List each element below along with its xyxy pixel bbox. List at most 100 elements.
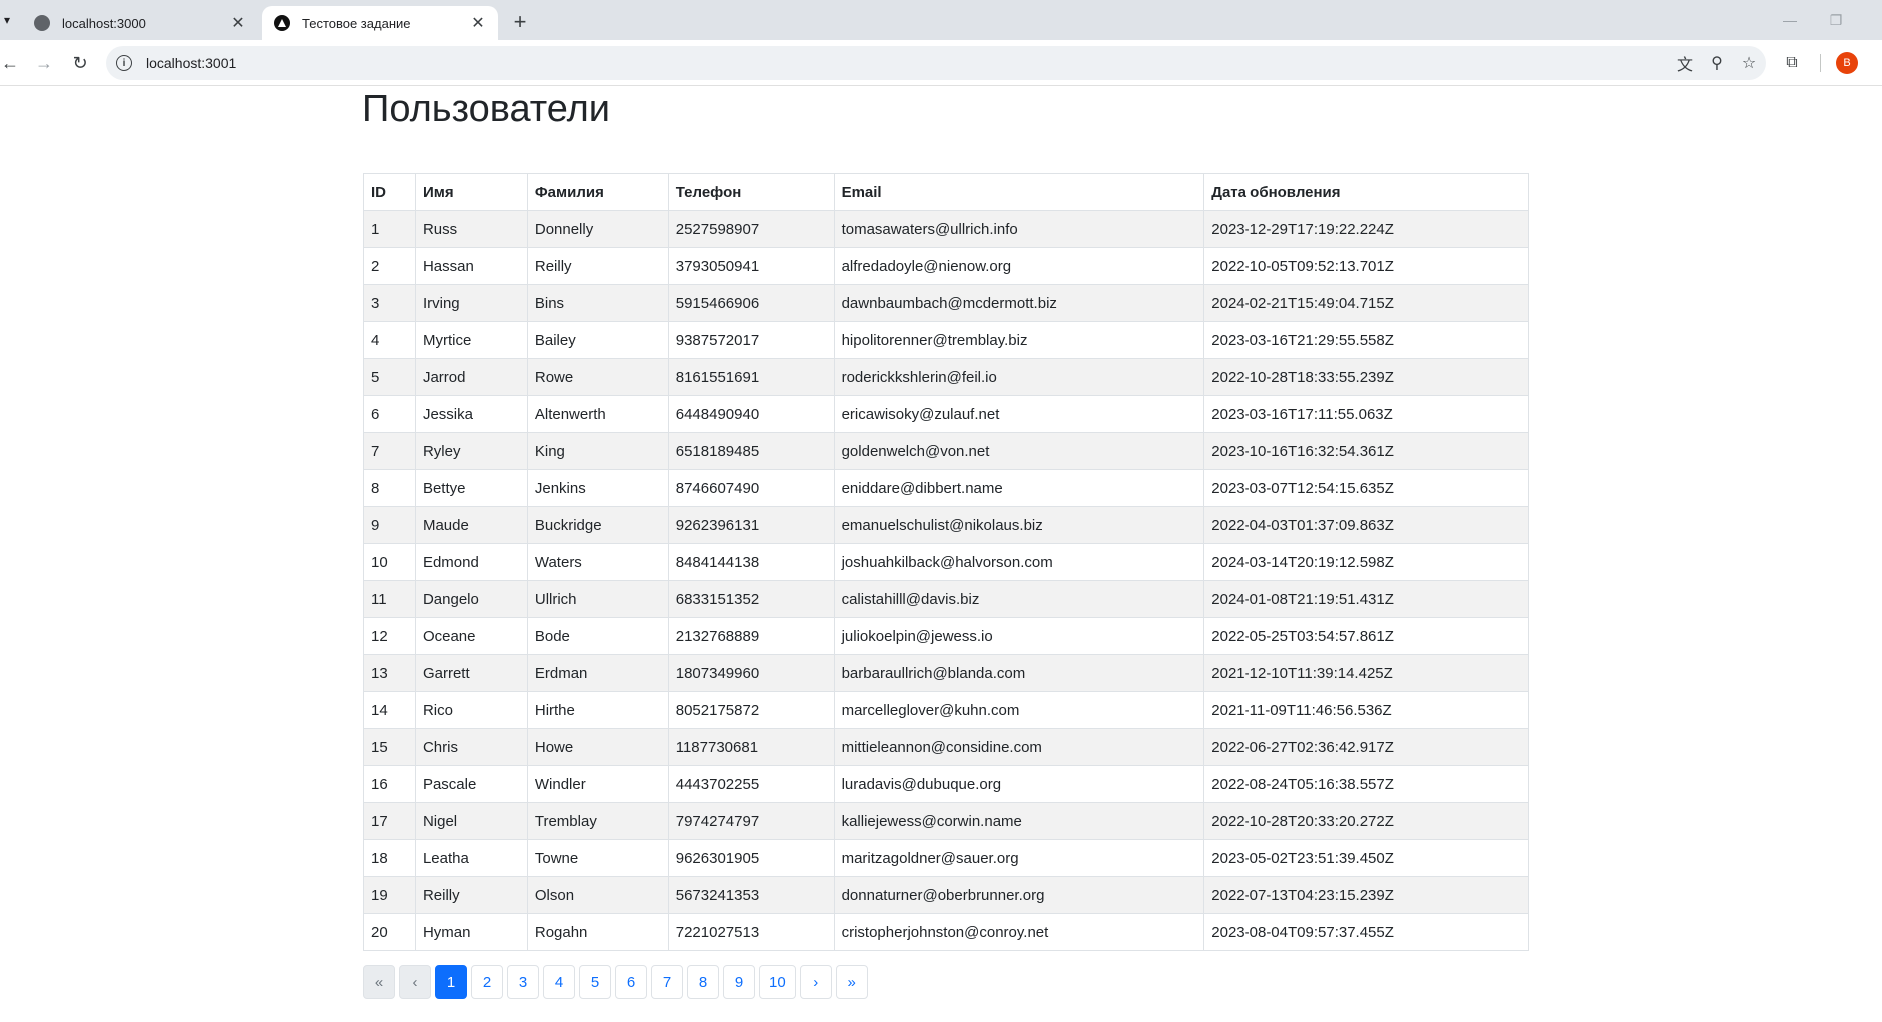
prev-page-button[interactable]: ‹ [399, 965, 431, 999]
cell-last-name: Howe [526, 728, 669, 766]
cell-last-name: Buckridge [526, 506, 669, 544]
cell-id: 18 [363, 839, 416, 877]
cell-phone: 7221027513 [667, 913, 835, 951]
table-row: 10 Edmond Waters 8484144138 joshuahkilback@h… [363, 543, 1529, 581]
site-info-icon[interactable]: i [116, 55, 132, 71]
cell-last-name: Bins [526, 284, 669, 322]
new-tab-button[interactable]: + [506, 8, 534, 36]
page-number-button[interactable]: 5 [579, 965, 611, 999]
table-row: 16 Pascale Windler 4443702255 luradavis@dubu… [363, 765, 1529, 803]
page-content: Пользователи ID Имя Фамилия Телефон Email Дат… [0, 86, 1882, 1022]
page-number-button[interactable]: 3 [507, 965, 539, 999]
cell-phone: 8746607490 [667, 469, 835, 507]
cell-first-name: Myrtice [414, 321, 528, 359]
table-row: 17 Nigel Tremblay 7974274797 kalliejewess@co… [363, 802, 1529, 840]
cell-first-name: Ryley [414, 432, 528, 470]
cell-phone: 2527598907 [667, 210, 835, 248]
cell-first-name: Nigel [414, 802, 528, 840]
cell-phone: 9626301905 [667, 839, 835, 877]
cell-email: calistahilll@davis.biz [833, 580, 1205, 618]
page-number-button[interactable]: 10 [759, 965, 796, 999]
cell-first-name: Jessika [414, 395, 528, 433]
page-number-button[interactable]: 4 [543, 965, 575, 999]
cell-updated-at: 2023-05-02T23:51:39.450Z [1203, 839, 1529, 877]
page-number-button[interactable]: 9 [723, 965, 755, 999]
cell-first-name: Dangelo [414, 580, 528, 618]
back-button[interactable]: ← [0, 49, 24, 77]
minimize-icon[interactable]: — [1772, 8, 1808, 32]
profile-avatar[interactable]: B [1836, 52, 1858, 74]
cell-email: emanuelschulist@nikolaus.biz [833, 506, 1205, 544]
cell-email: cristopherjohnston@conroy.net [833, 913, 1205, 951]
page-number-button[interactable]: 7 [651, 965, 683, 999]
browser-tab-localhost-3000[interactable]: localhost:3000 ✕ [22, 6, 258, 40]
cell-phone: 6448490940 [667, 395, 835, 433]
bookmark-star-icon[interactable]: ☆ [1734, 48, 1764, 78]
cell-updated-at: 2022-10-28T18:33:55.239Z [1203, 358, 1529, 396]
cell-updated-at: 2023-03-07T12:54:15.635Z [1203, 469, 1529, 507]
cell-phone: 5673241353 [667, 876, 835, 914]
cell-updated-at: 2021-12-10T11:39:14.425Z [1203, 654, 1529, 692]
cell-phone: 8052175872 [667, 691, 835, 729]
extensions-icon[interactable]: ⧉ [1780, 51, 1804, 75]
cell-first-name: Leatha [414, 839, 528, 877]
table-row: 13 Garrett Erdman 1807349960 barbaraullrich@… [363, 654, 1529, 692]
cell-last-name: Altenwerth [526, 395, 669, 433]
users-table: ID Имя Фамилия Телефон Email Дата обновления … [363, 173, 1529, 951]
cell-id: 15 [363, 728, 416, 766]
zoom-icon[interactable]: ⚲ [1702, 48, 1732, 78]
cell-phone: 9262396131 [667, 506, 835, 544]
cell-phone: 8484144138 [667, 543, 835, 581]
cell-email: alfredadoyle@nienow.org [833, 247, 1205, 285]
restore-icon[interactable]: ❐ [1818, 8, 1854, 32]
cell-last-name: Bailey [526, 321, 669, 359]
browser-tabstrip: ▾ localhost:3000 ✕ Тестовое задание ✕ + … [0, 0, 1882, 40]
table-row: 7 Ryley King 6518189485 goldenwelch@von.net 2… [363, 432, 1529, 470]
cell-id: 8 [363, 469, 416, 507]
cell-last-name: Hirthe [526, 691, 669, 729]
table-row: 2 Hassan Reilly 3793050941 alfredadoyle@nien… [363, 247, 1529, 285]
browser-tab-test-task[interactable]: Тестовое задание ✕ [262, 6, 498, 40]
close-icon[interactable]: ✕ [470, 13, 486, 33]
cell-email: eniddare@dibbert.name [833, 469, 1205, 507]
cell-email: hipolitorenner@tremblay.biz [833, 321, 1205, 359]
cell-last-name: Towne [526, 839, 669, 877]
cell-first-name: Maude [414, 506, 528, 544]
tab-search-icon[interactable]: ▾ [0, 8, 14, 32]
cell-first-name: Pascale [414, 765, 528, 803]
column-header: Email [833, 173, 1205, 211]
next-page-button[interactable]: › [799, 965, 832, 999]
last-page-button[interactable]: » [835, 965, 868, 999]
page-number-button[interactable]: 8 [687, 965, 719, 999]
cell-id: 13 [363, 654, 416, 692]
cell-email: luradavis@dubuque.org [833, 765, 1205, 803]
table-body: 1 Russ Donnelly 2527598907 tomasawaters@ullr… [363, 210, 1529, 951]
cell-last-name: Waters [526, 543, 669, 581]
cell-last-name: King [526, 432, 669, 470]
url-text[interactable]: localhost:3001 [146, 55, 1670, 71]
page-number-button[interactable]: 2 [471, 965, 503, 999]
cell-last-name: Windler [526, 765, 669, 803]
cell-updated-at: 2022-08-24T05:16:38.557Z [1203, 765, 1529, 803]
page-number-button[interactable]: 1 [435, 965, 467, 999]
reload-button[interactable]: ↻ [66, 49, 94, 77]
first-page-button[interactable]: « [363, 965, 395, 999]
column-header: ID [363, 173, 416, 211]
cell-updated-at: 2023-03-16T21:29:55.558Z [1203, 321, 1529, 359]
cell-id: 6 [363, 395, 416, 433]
cell-first-name: Reilly [414, 876, 528, 914]
forward-button[interactable]: → [30, 49, 58, 77]
cell-last-name: Jenkins [526, 469, 669, 507]
table-header: ID Имя Фамилия Телефон Email Дата обновления [363, 173, 1529, 211]
cell-first-name: Jarrod [414, 358, 528, 396]
table-row: 15 Chris Howe 1187730681 mittieleannon@consi… [363, 728, 1529, 766]
cell-first-name: Bettye [414, 469, 528, 507]
address-bar[interactable]: i localhost:3001 文 ⚲ ☆ [106, 46, 1766, 80]
close-icon[interactable]: ✕ [230, 13, 246, 33]
translate-icon[interactable]: 文 [1670, 48, 1700, 78]
cell-updated-at: 2022-05-25T03:54:57.861Z [1203, 617, 1529, 655]
cell-first-name: Garrett [414, 654, 528, 692]
cell-updated-at: 2023-03-16T17:11:55.063Z [1203, 395, 1529, 433]
page-number-button[interactable]: 6 [615, 965, 647, 999]
cell-email: juliokoelpin@jewess.io [833, 617, 1205, 655]
